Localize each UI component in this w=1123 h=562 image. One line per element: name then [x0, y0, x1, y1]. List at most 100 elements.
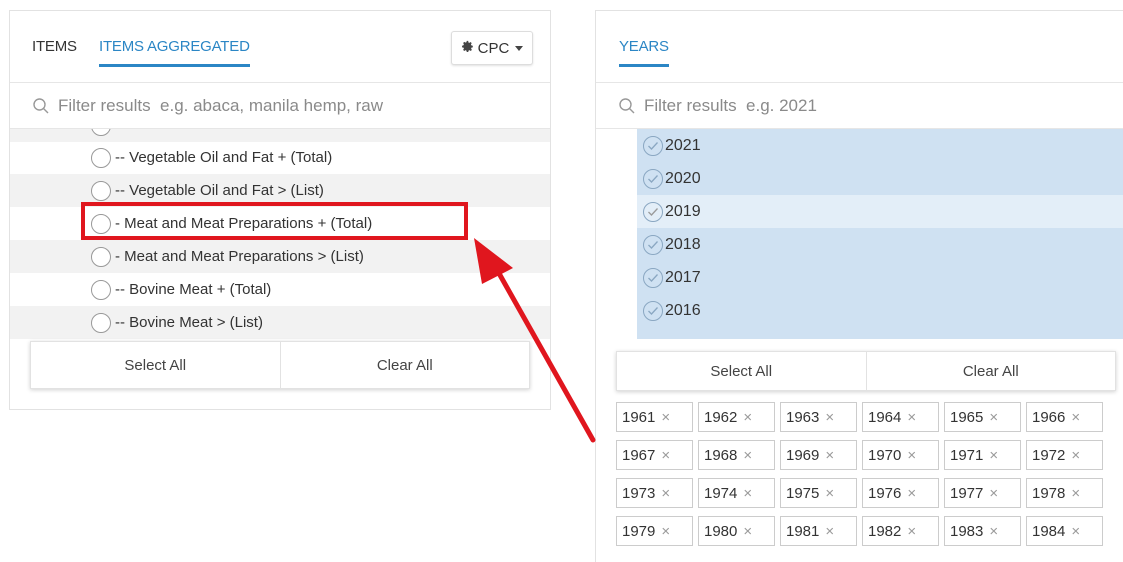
radio-icon[interactable]: [91, 180, 111, 201]
remove-tag-icon[interactable]: ×: [907, 409, 916, 426]
year-tag[interactable]: 1965 ×: [944, 402, 1021, 432]
list-item-label: -- Vegetable Oil and Fat > (List): [115, 182, 324, 199]
radio-icon[interactable]: [91, 312, 111, 333]
year-tag[interactable]: 1983 ×: [944, 516, 1021, 546]
year-tag-label: 1980: [704, 522, 738, 540]
year-tag[interactable]: 1979 ×: [616, 516, 693, 546]
cpc-dropdown-button[interactable]: CPC: [451, 31, 533, 65]
remove-tag-icon[interactable]: ×: [989, 409, 998, 426]
list-item[interactable]: -- Vegetable Oil and Fat + (Total): [10, 141, 550, 174]
check-circle-icon[interactable]: [643, 168, 663, 189]
year-tag[interactable]: 1968 ×: [698, 440, 775, 470]
tab-items-aggregated[interactable]: ITEMS AGGREGATED: [99, 38, 250, 67]
radio-icon[interactable]: [91, 246, 111, 267]
year-tag[interactable]: 1963 ×: [780, 402, 857, 432]
items-search-input[interactable]: [50, 95, 530, 116]
year-row-partial[interactable]: [637, 327, 1123, 339]
remove-tag-icon[interactable]: ×: [1071, 409, 1080, 426]
check-circle-icon[interactable]: [643, 300, 663, 321]
clear-all-button[interactable]: Clear All: [279, 342, 530, 388]
check-circle-icon[interactable]: [643, 135, 663, 156]
list-item[interactable]: -- Bovine Meat > (List): [10, 306, 550, 339]
year-tag[interactable]: 1984 ×: [1026, 516, 1103, 546]
remove-tag-icon[interactable]: ×: [743, 523, 752, 540]
radio-icon[interactable]: [91, 279, 111, 300]
year-tag[interactable]: 1961 ×: [616, 402, 693, 432]
year-row[interactable]: 2021: [637, 129, 1123, 162]
year-tag[interactable]: 1971 ×: [944, 440, 1021, 470]
years-search-input[interactable]: [636, 95, 1116, 116]
year-tag[interactable]: 1982 ×: [862, 516, 939, 546]
year-tag-label: 1968: [704, 446, 738, 464]
year-tag[interactable]: 1975 ×: [780, 478, 857, 508]
year-tag[interactable]: 1980 ×: [698, 516, 775, 546]
year-tag-label: 1981: [786, 522, 820, 540]
tab-years[interactable]: YEARS: [619, 38, 669, 67]
year-tag[interactable]: 1978 ×: [1026, 478, 1103, 508]
year-tag-label: 1967: [622, 446, 656, 464]
remove-tag-icon[interactable]: ×: [1071, 523, 1080, 540]
remove-tag-icon[interactable]: ×: [907, 485, 916, 502]
year-tag-label: 1974: [704, 484, 738, 502]
remove-tag-icon[interactable]: ×: [743, 409, 752, 426]
check-circle-icon[interactable]: [643, 267, 663, 288]
remove-tag-icon[interactable]: ×: [661, 447, 670, 464]
remove-tag-icon[interactable]: ×: [1071, 447, 1080, 464]
year-tag[interactable]: 1970 ×: [862, 440, 939, 470]
year-tag-label: 1982: [868, 522, 902, 540]
year-tag[interactable]: 1973 ×: [616, 478, 693, 508]
check-circle-icon[interactable]: [643, 201, 663, 222]
year-row[interactable]: 2016: [637, 294, 1123, 327]
remove-tag-icon[interactable]: ×: [989, 447, 998, 464]
select-all-button[interactable]: Select All: [31, 342, 280, 388]
year-row[interactable]: 2017: [637, 261, 1123, 294]
remove-tag-icon[interactable]: ×: [989, 523, 998, 540]
year-tag-label: 1972: [1032, 446, 1066, 464]
list-item[interactable]: - Meat and Meat Preparations > (List): [10, 240, 550, 273]
remove-tag-icon[interactable]: ×: [825, 485, 834, 502]
search-icon: [618, 97, 636, 115]
remove-tag-icon[interactable]: ×: [743, 485, 752, 502]
remove-tag-icon[interactable]: ×: [907, 447, 916, 464]
years-button-bar: Select All Clear All: [616, 351, 1116, 391]
remove-tag-icon[interactable]: ×: [1071, 485, 1080, 502]
list-item[interactable]: -- Vegetable Oil and Fat > (List): [10, 174, 550, 207]
select-all-button[interactable]: Select All: [617, 352, 866, 390]
year-tag-label: 1984: [1032, 522, 1066, 540]
list-item[interactable]: -- Bovine Meat + (Total): [10, 273, 550, 306]
year-tag[interactable]: 1969 ×: [780, 440, 857, 470]
year-tag[interactable]: 1962 ×: [698, 402, 775, 432]
year-tag[interactable]: 1977 ×: [944, 478, 1021, 508]
list-item-label: -- Vegetable Oil and Fat + (Total): [115, 149, 333, 166]
year-tag[interactable]: 1981 ×: [780, 516, 857, 546]
year-tag[interactable]: 1964 ×: [862, 402, 939, 432]
gear-icon: [461, 40, 474, 57]
check-circle-icon[interactable]: [643, 234, 663, 255]
remove-tag-icon[interactable]: ×: [743, 447, 752, 464]
years-list[interactable]: 2021 2020 2019 2018 2017 2016: [596, 129, 1123, 339]
tab-items[interactable]: ITEMS: [32, 38, 77, 55]
year-row[interactable]: 2018: [637, 228, 1123, 261]
year-tag[interactable]: 1976 ×: [862, 478, 939, 508]
year-tag[interactable]: 1966 ×: [1026, 402, 1103, 432]
remove-tag-icon[interactable]: ×: [989, 485, 998, 502]
year-tag[interactable]: 1972 ×: [1026, 440, 1103, 470]
remove-tag-icon[interactable]: ×: [661, 409, 670, 426]
remove-tag-icon[interactable]: ×: [825, 409, 834, 426]
radio-icon[interactable]: [91, 129, 111, 136]
remove-tag-icon[interactable]: ×: [907, 523, 916, 540]
remove-tag-icon[interactable]: ×: [825, 523, 834, 540]
list-item-highlighted[interactable]: - Meat and Meat Preparations + (Total): [10, 207, 550, 240]
remove-tag-icon[interactable]: ×: [661, 485, 670, 502]
year-row[interactable]: 2020: [637, 162, 1123, 195]
clear-all-button[interactable]: Clear All: [865, 352, 1116, 390]
year-tag-label: 1983: [950, 522, 984, 540]
year-tag[interactable]: 1974 ×: [698, 478, 775, 508]
remove-tag-icon[interactable]: ×: [661, 523, 670, 540]
remove-tag-icon[interactable]: ×: [825, 447, 834, 464]
radio-icon[interactable]: [91, 213, 111, 234]
year-row[interactable]: 2019: [637, 195, 1123, 228]
items-list[interactable]: -- Vegetable Oil and Fat + (Total) -- Ve…: [10, 129, 550, 339]
year-tag[interactable]: 1967 ×: [616, 440, 693, 470]
radio-icon[interactable]: [91, 147, 111, 168]
